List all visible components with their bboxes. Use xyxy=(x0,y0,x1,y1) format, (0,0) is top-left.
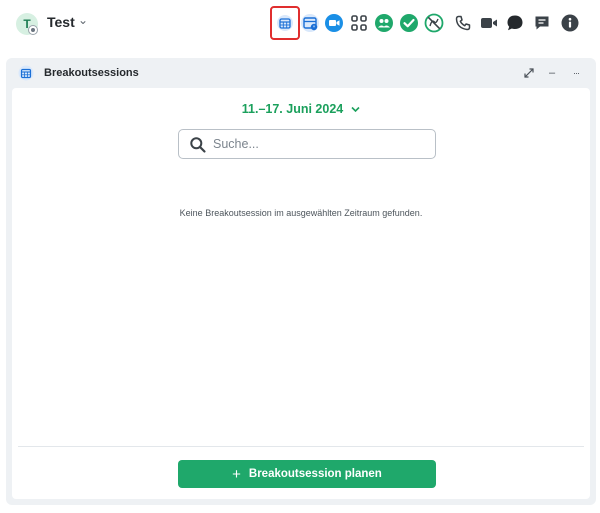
date-range-selector[interactable]: 11.–17. Juni 2024 xyxy=(12,102,590,116)
plan-breakout-session-button[interactable]: + Breakoutsession planen xyxy=(178,460,436,488)
chevron-down-icon[interactable]: ⌄ xyxy=(78,13,88,27)
info-icon[interactable] xyxy=(559,12,581,34)
avatar-status-badge xyxy=(28,25,38,35)
panel-title: Breakoutsessions xyxy=(44,67,139,79)
phone-icon[interactable] xyxy=(452,12,474,34)
plus-icon: + xyxy=(232,465,241,483)
breakout-calendar-icon[interactable] xyxy=(274,12,296,34)
breakout-calendar-icon xyxy=(18,65,34,81)
chat-bubble-icon[interactable] xyxy=(504,12,526,34)
chat-title[interactable]: Test xyxy=(47,14,75,30)
chat-header: T Test ⌄ xyxy=(0,0,600,48)
search-icon xyxy=(189,136,207,154)
date-range-label: 11.–17. Juni 2024 xyxy=(241,102,344,116)
no-sign-icon[interactable] xyxy=(423,12,445,34)
panel-body: 11.–17. Juni 2024 Keine Breakoutsession … xyxy=(12,88,590,499)
apps-grid-icon[interactable] xyxy=(348,12,370,34)
participants-icon[interactable] xyxy=(373,12,395,34)
minimize-button[interactable]: – xyxy=(545,66,559,80)
search-input[interactable] xyxy=(213,135,428,153)
schedule-calendar-icon[interactable] xyxy=(299,12,321,34)
breakout-sessions-panel: Breakoutsessions – ··· 11.–17. Juni 2024 xyxy=(6,58,596,505)
notes-icon[interactable] xyxy=(531,12,553,34)
unpin-icon[interactable] xyxy=(522,66,536,80)
chevron-down-icon xyxy=(351,105,360,116)
video-call-icon[interactable] xyxy=(323,12,345,34)
more-options-button[interactable]: ··· xyxy=(569,66,583,80)
search-box[interactable] xyxy=(178,129,436,159)
empty-state-message: Keine Breakoutsession im ausgewählten Ze… xyxy=(179,208,423,218)
plan-breakout-session-label: Breakoutsession planen xyxy=(248,468,382,480)
video-camera-icon[interactable] xyxy=(478,12,500,34)
footer-divider xyxy=(18,446,584,447)
panel-header: Breakoutsessions – ··· xyxy=(6,58,596,88)
check-icon[interactable] xyxy=(398,12,420,34)
